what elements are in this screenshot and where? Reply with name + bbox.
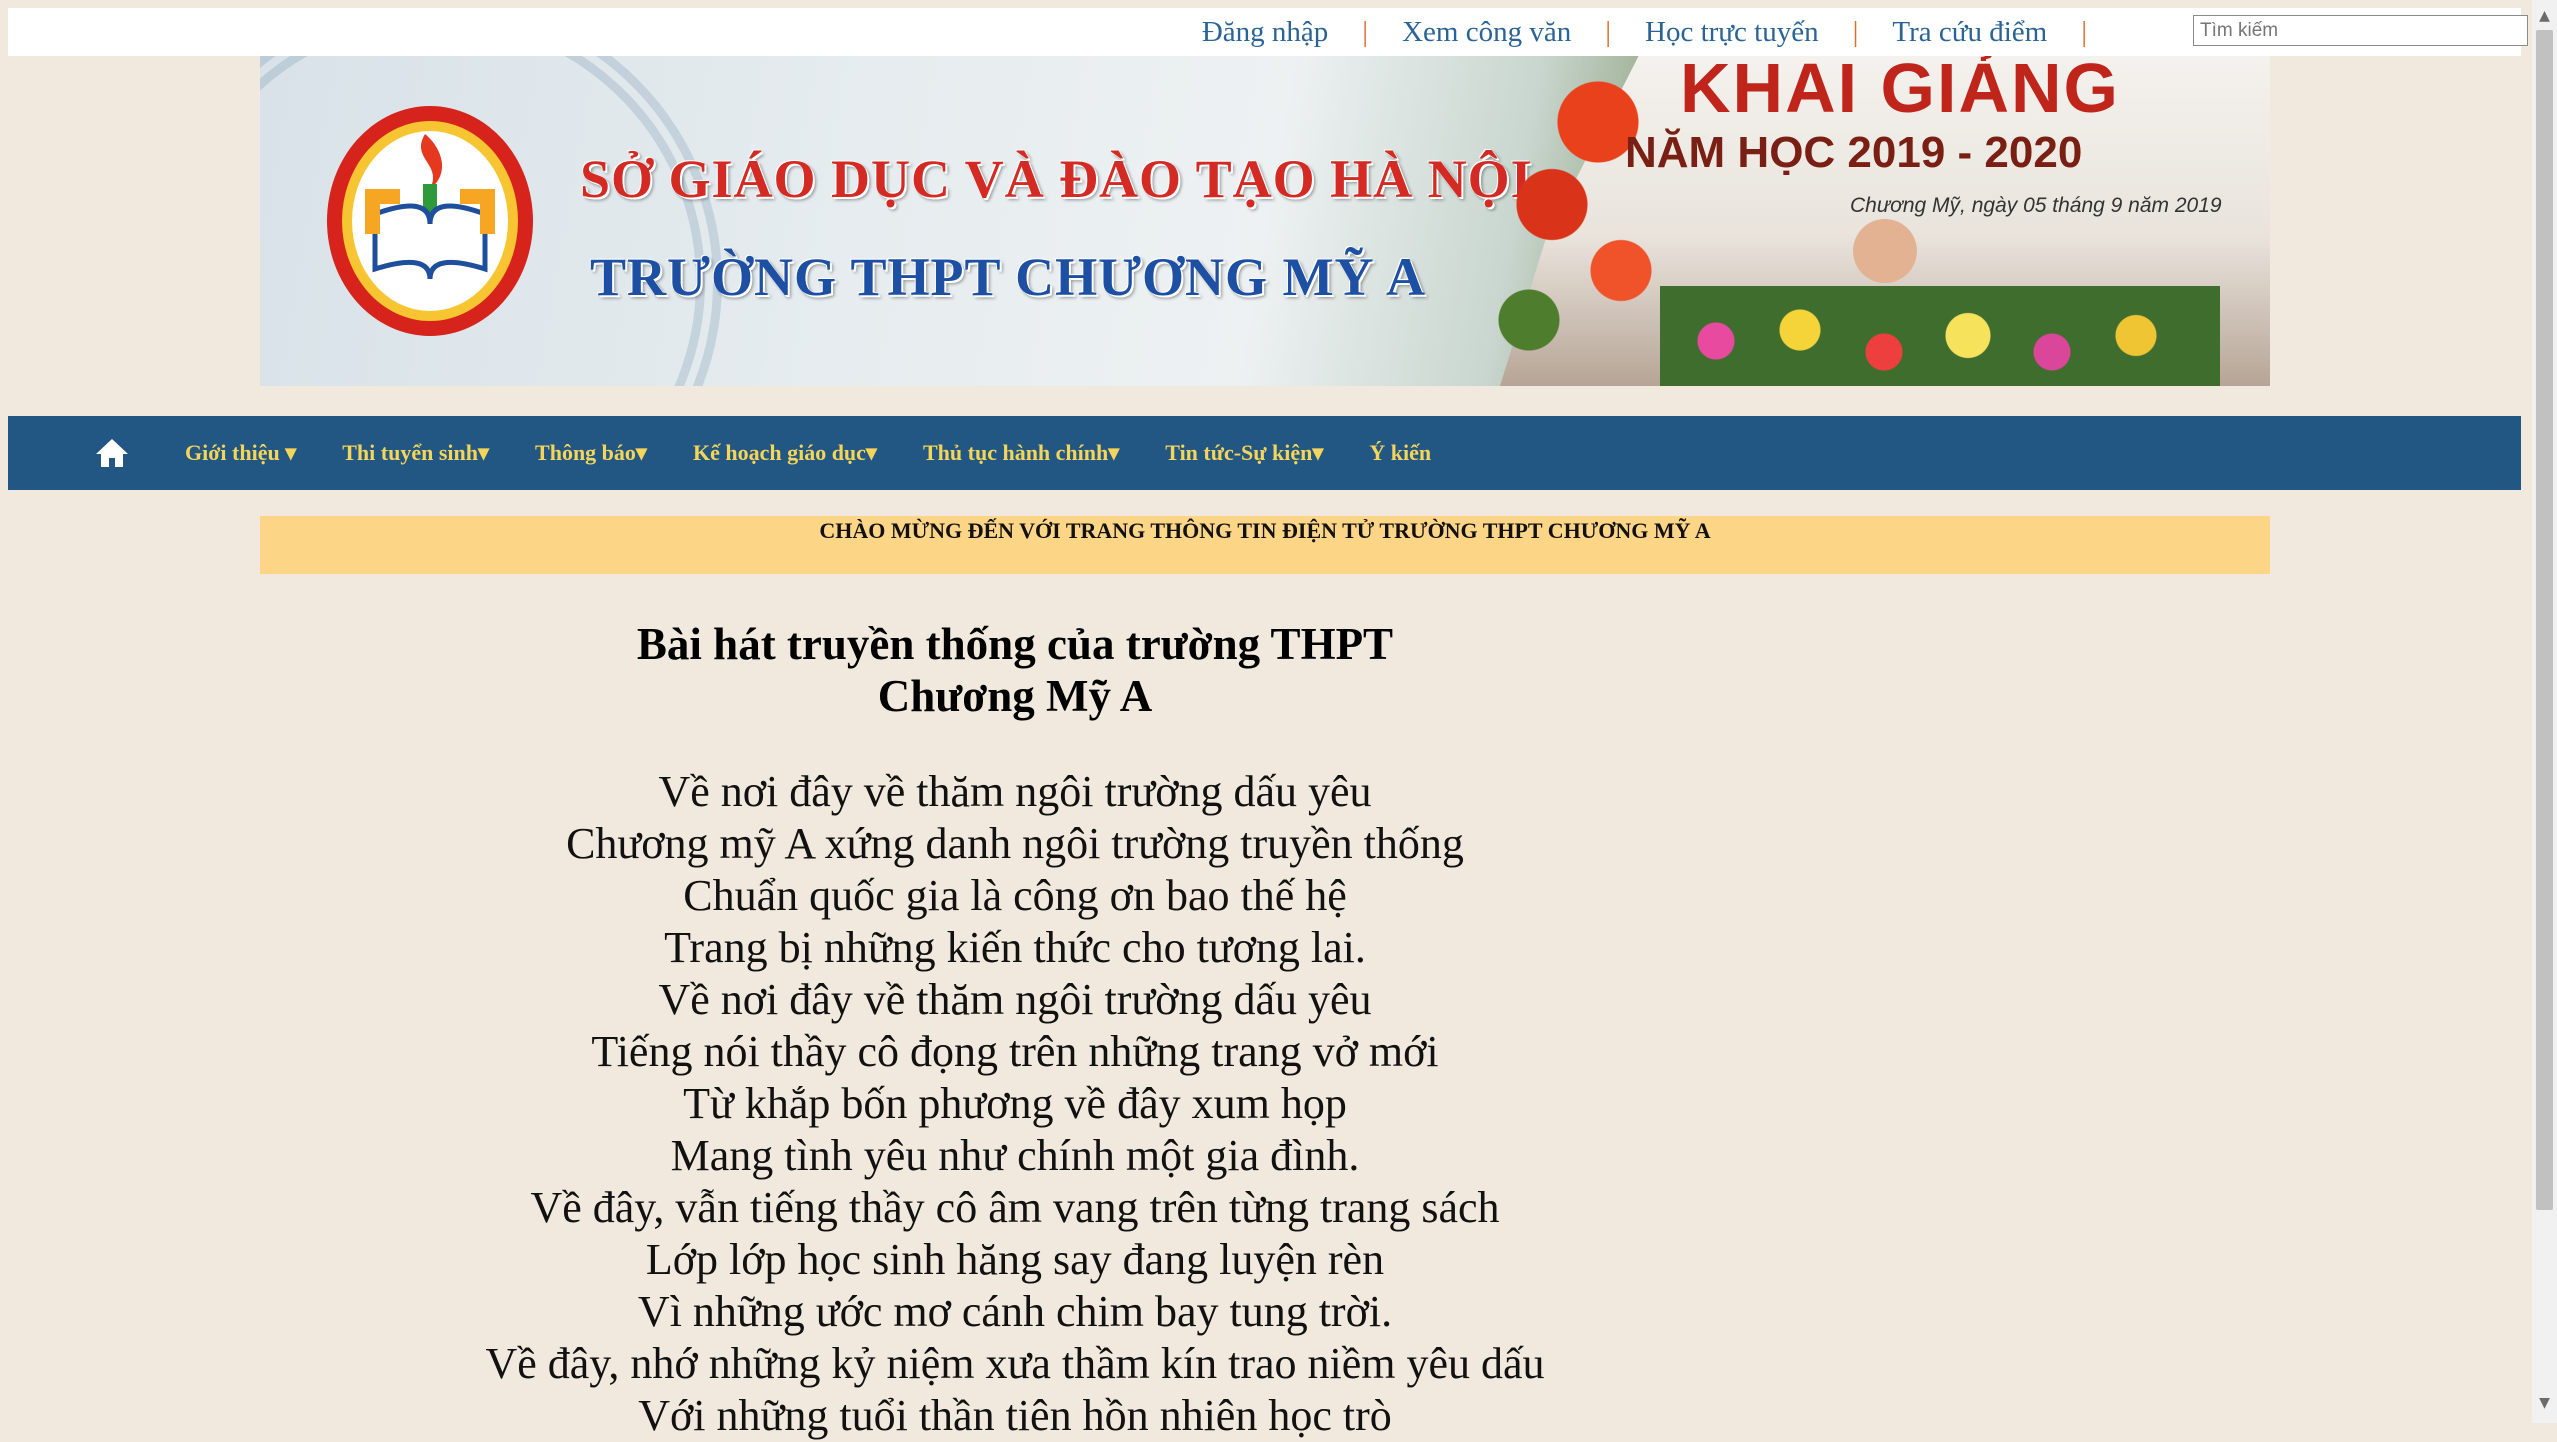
nav-item-about[interactable]: Giới thiệu ▾ xyxy=(185,440,296,466)
score-lookup-link[interactable]: Tra cứu điểm xyxy=(1892,16,2047,49)
banner-department-title: SỞ GIÁO DỤC VÀ ĐÀO TẠO HÀ NỘI xyxy=(580,149,1533,209)
nav-item-admissions[interactable]: Thi tuyển sinh▾ xyxy=(342,440,489,466)
scroll-down-arrow-icon[interactable]: ▼ xyxy=(2532,1395,2557,1417)
top-utility-bar: Đăng nhập | Xem công văn | Học trực tuyế… xyxy=(8,8,2528,56)
main-navigation: Giới thiệu ▾ Thi tuyển sinh▾ Thông báo▾ … xyxy=(8,416,2521,490)
event-title: KHAI GIẢNG xyxy=(1680,56,2120,127)
lyric-line: Vì những ước mơ cánh chim bay tung trời. xyxy=(637,1287,1393,1336)
lyric-line: Lớp lớp học sinh hăng say đang luyện rèn xyxy=(645,1235,1385,1284)
home-icon[interactable] xyxy=(92,433,132,473)
welcome-banner: CHÀO MỪNG ĐẾN VỚI TRANG THÔNG TIN ĐIỆN T… xyxy=(260,516,2270,574)
nav-item-procedures[interactable]: Thủ tục hành chính▾ xyxy=(923,440,1119,466)
separator: | xyxy=(2081,15,2087,48)
nav-item-feedback[interactable]: Ý kiến xyxy=(1369,440,1431,466)
lyric-line: Về nơi đây về thăm ngôi trường dấu yêu xyxy=(658,975,1372,1024)
lyric-line: Về nơi đây về thăm ngôi trường dấu yêu xyxy=(658,767,1372,816)
top-links: Đăng nhập | Xem công văn | Học trực tuyế… xyxy=(1202,8,2121,56)
separator: | xyxy=(1605,15,1612,48)
article-title-line: Bài hát truyền thống của trường THPT xyxy=(636,619,1394,669)
lyric-line: Tiếng nói thầy cô đọng trên những trang … xyxy=(591,1027,1439,1076)
song-lyrics: Về nơi đây về thăm ngôi trường dấu yêu C… xyxy=(300,766,1730,1442)
school-logo-icon xyxy=(327,106,533,336)
vertical-scrollbar[interactable]: ▲ ▼ xyxy=(2532,0,2557,1423)
article-title-line: Chương Mỹ A xyxy=(877,671,1153,721)
login-link[interactable]: Đăng nhập xyxy=(1202,16,1328,49)
lyric-line: Chương mỹ A xứng danh ngôi trường truyền… xyxy=(566,819,1464,868)
lyric-line: Chuẩn quốc gia là công ơn bao thế hệ xyxy=(683,871,1347,920)
banner-school-name: TRƯỜNG THPT CHƯƠNG MỸ A xyxy=(590,247,1427,307)
lyric-line: Trang bị những kiến thức cho tương lai. xyxy=(664,923,1366,972)
separator: | xyxy=(1852,15,1859,48)
nav-item-announcements[interactable]: Thông báo▾ xyxy=(535,440,647,466)
school-year: NĂM HỌC 2019 - 2020 xyxy=(1625,128,2083,177)
article-title: Bài hát truyền thống của trường THPT Chư… xyxy=(400,618,1630,722)
lyric-line: Với những tuổi thần tiên hồn nhiên học t… xyxy=(638,1391,1392,1440)
search-input[interactable] xyxy=(2193,15,2528,46)
lyric-line: Về đây, nhớ những kỷ niệm xưa thầm kín t… xyxy=(485,1339,1545,1388)
lyric-line: Mang tình yêu như chính một gia đình. xyxy=(670,1131,1360,1180)
lyric-line: Về đây, vẫn tiếng thầy cô âm vang trên t… xyxy=(530,1183,1500,1232)
nav-item-education-plan[interactable]: Kế hoạch giáo dục▾ xyxy=(693,440,877,466)
header-banner: SỞ GIÁO DỤC VÀ ĐÀO TẠO HÀ NỘI TRƯỜNG THP… xyxy=(260,56,2270,386)
nav-item-news-events[interactable]: Tin tức-Sự kiện▾ xyxy=(1165,440,1323,466)
scrollbar-thumb[interactable] xyxy=(2536,30,2553,1210)
view-documents-link[interactable]: Xem công văn xyxy=(1402,16,1571,49)
flower-arrangement xyxy=(1660,286,2220,386)
separator: | xyxy=(1362,15,1369,48)
online-learning-link[interactable]: Học trực tuyến xyxy=(1645,16,1819,49)
lyric-line: Từ khắp bốn phương về đây xum họp xyxy=(683,1079,1347,1128)
flame-tree-decoration xyxy=(1460,56,1690,386)
scroll-up-arrow-icon[interactable]: ▲ xyxy=(2532,8,2557,30)
